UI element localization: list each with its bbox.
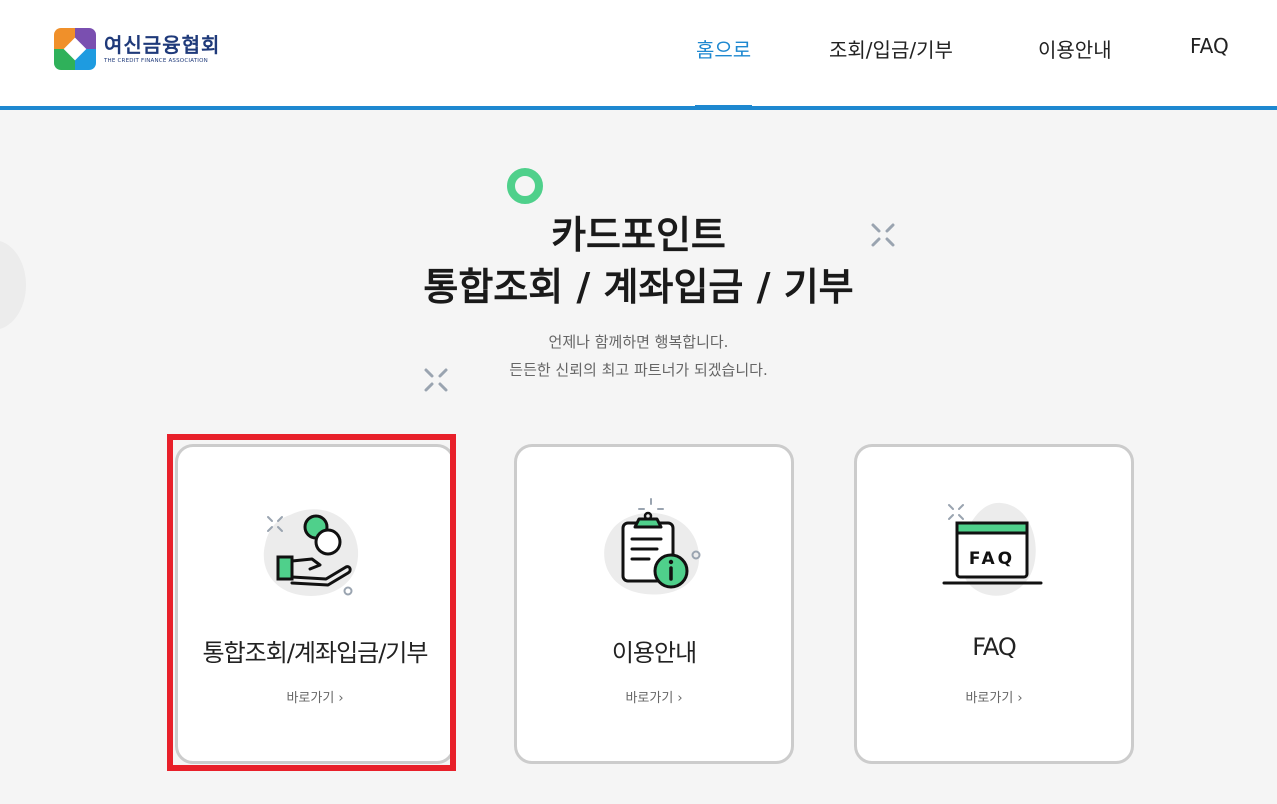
green-ring-decoration [507, 168, 543, 204]
chevron-right-icon: › [338, 691, 344, 706]
card-faq[interactable]: FAQ FAQ 바로가기 › [854, 444, 1134, 764]
card-inquiry-deposit-donate[interactable]: 통합조회/계좌입금/기부 바로가기 › [175, 444, 455, 764]
nav-active-indicator [695, 105, 752, 110]
go-link-label: 바로가기 [965, 691, 1014, 706]
go-link-label: 바로가기 [286, 691, 335, 706]
hero-title-line1: 카드포인트 [551, 213, 726, 257]
nav-guide[interactable]: 이용안내 [1038, 34, 1112, 63]
card-title: FAQ [972, 633, 1017, 661]
card-go-link[interactable]: 바로가기 › [178, 687, 452, 706]
go-link-label: 바로가기 [625, 691, 674, 706]
nav-faq[interactable]: FAQ [1190, 34, 1229, 58]
coin-hand-icon [263, 509, 359, 596]
svg-text:FAQ: FAQ [969, 549, 1015, 569]
chevron-right-icon: › [1017, 691, 1023, 706]
card-go-link[interactable]: 바로가기 › [517, 687, 791, 706]
nav-inquiry-deposit-donate[interactable]: 조회/입금/기부 [829, 34, 953, 63]
logo-subtitle: THE CREDIT FINANCE ASSOCIATION [104, 58, 208, 64]
chevron-right-icon: › [677, 691, 683, 706]
card-title: 통합조회/계좌입금/기부 [202, 639, 429, 667]
card-title: 이용안내 [611, 639, 697, 667]
faq-laptop-icon: FAQ [942, 502, 1043, 596]
hero-subtitle-line2: 든든한 신뢰의 최고 파트너가 되겠습니다. [509, 361, 768, 379]
hero-subtitle-line1: 언제나 함께하면 행복합니다. [548, 333, 729, 351]
logo-link[interactable]: 여신금융협회 THE CREDIT FINANCE ASSOCIATION [54, 28, 220, 70]
logo-title: 여신금융협회 [104, 33, 221, 57]
card-go-link[interactable]: 바로가기 › [857, 687, 1131, 706]
hero-title-line2: 통합조회 / 계좌입금 / 기부 [423, 265, 854, 309]
clipboard-info-icon [604, 498, 701, 595]
nav-home[interactable]: 홈으로 [696, 34, 751, 63]
card-guide[interactable]: 이용안내 바로가기 › [514, 444, 794, 764]
association-logo-icon [54, 28, 96, 70]
site-header: 여신금융협회 THE CREDIT FINANCE ASSOCIATION 홈으… [0, 0, 1277, 110]
